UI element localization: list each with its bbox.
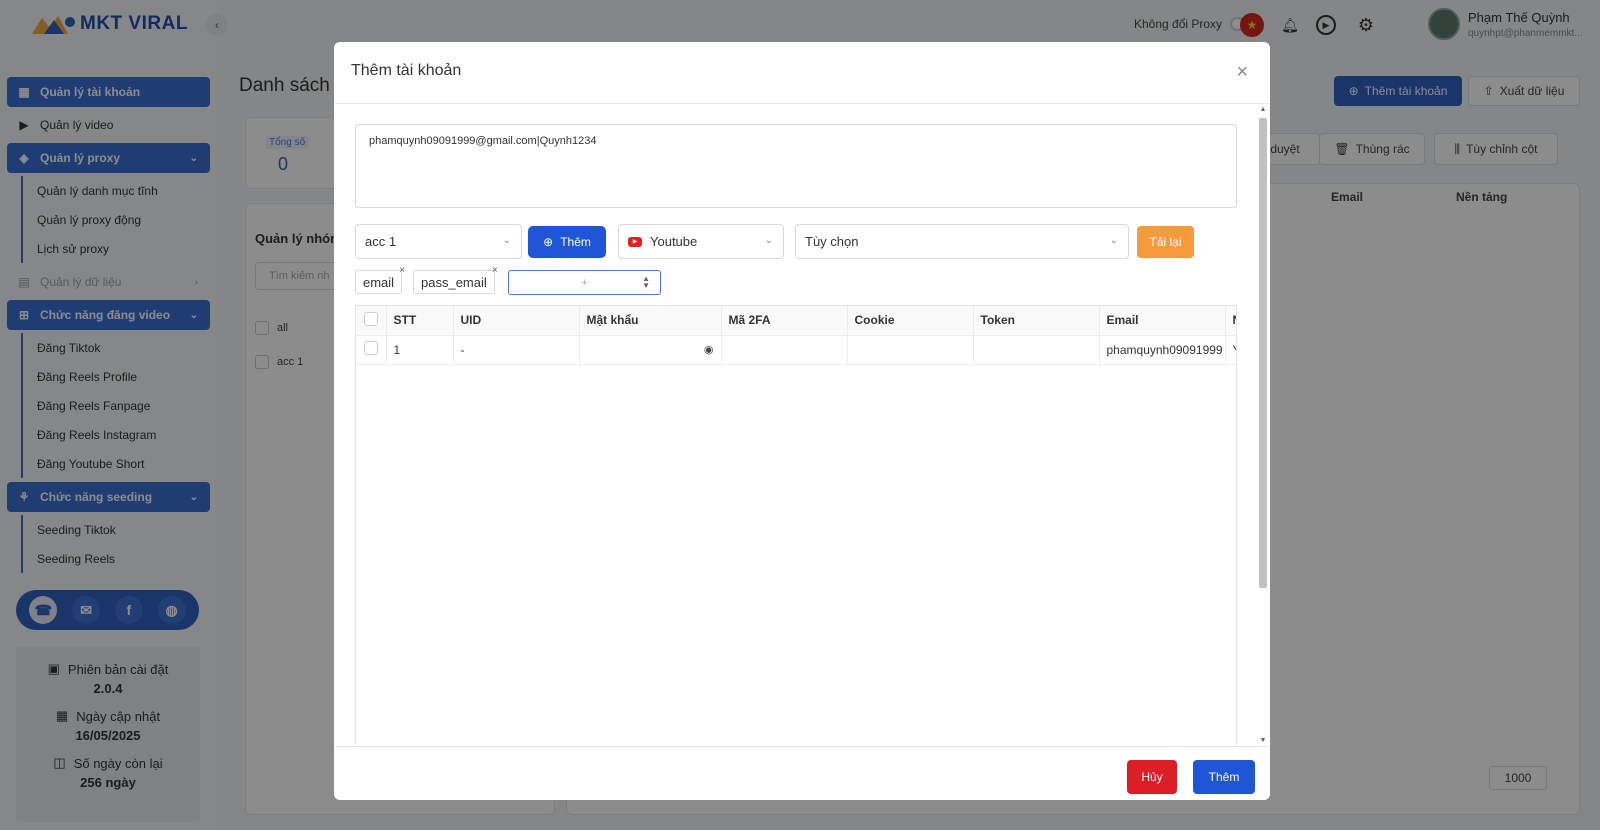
cell-email: phamquynh09091999 — [1099, 335, 1226, 365]
group-select-value: acc 1 — [365, 234, 397, 249]
column-header[interactable]: Mật khẩu — [579, 306, 722, 336]
chevron-down-icon: ⌄ — [1109, 235, 1118, 246]
column-header[interactable]: STT — [386, 306, 454, 336]
row-checkbox[interactable] — [364, 341, 378, 355]
reload-button[interactable]: Tải lại — [1137, 226, 1194, 258]
cell-cookie — [847, 335, 974, 365]
cell-token — [973, 335, 1100, 365]
modal-header: Thêm tài khoản × — [334, 42, 1270, 104]
platform-select[interactable]: ▶ Youtube ⌄ — [618, 224, 784, 259]
row-select-cell — [356, 335, 387, 365]
modal-title: Thêm tài khoản — [351, 62, 462, 79]
tag-label: pass_email — [421, 274, 487, 290]
tag-email[interactable]: email × — [355, 265, 405, 294]
select-all-checkbox[interactable] — [364, 311, 378, 326]
cell-uid: - — [453, 335, 580, 365]
cell-2fa — [721, 335, 848, 365]
select-all-cell — [356, 306, 387, 336]
account-input[interactable]: phamquynh09091999@gmail.com|Quynh1234 — [355, 124, 1237, 208]
scroll-up-icon[interactable]: ▲ — [1258, 106, 1268, 113]
option-select[interactable]: Tùy chọn ⌄ — [795, 224, 1129, 259]
close-icon[interactable]: × — [1236, 60, 1248, 84]
stepper-icon[interactable]: ▲ ▼ — [642, 275, 650, 290]
remove-tag-icon[interactable]: × — [492, 265, 498, 276]
chevron-down-icon: ⌄ — [502, 235, 511, 246]
eye-icon[interactable]: ◉ — [704, 343, 714, 356]
table-row[interactable]: 1 - ◉ phamquynh09091999 Yo — [356, 335, 1236, 365]
column-header[interactable]: Token — [973, 306, 1100, 336]
modal-footer: Hủy Thêm — [334, 746, 1270, 800]
modal-scrollbar[interactable]: ▲ ▼ — [1258, 104, 1268, 746]
tag-pass-email[interactable]: pass_email × — [413, 265, 498, 294]
preview-table: STT UID Mật khẩu Mã 2FA Cookie Token Ema… — [355, 305, 1237, 747]
column-header[interactable]: UID — [453, 306, 580, 336]
platform-select-value: Youtube — [650, 234, 698, 249]
field-count-input[interactable]: + ▲ ▼ — [508, 270, 661, 295]
cell-password[interactable]: ◉ — [579, 335, 722, 365]
add-group-button[interactable]: ⊕ Thêm — [528, 226, 606, 258]
field-count-placeholder: + — [581, 276, 588, 289]
column-header[interactable]: Cookie — [847, 306, 974, 336]
youtube-icon: ▶ — [628, 236, 642, 247]
group-select[interactable]: acc 1 ⌄ — [355, 224, 522, 259]
tag-label: email — [363, 274, 395, 290]
option-select-value: Tùy chọn — [805, 234, 859, 249]
chevron-down-icon: ⌄ — [764, 235, 773, 246]
scrollbar-thumb[interactable] — [1259, 118, 1267, 588]
scroll-down-icon[interactable]: ▼ — [1258, 737, 1268, 744]
cancel-button[interactable]: Hủy — [1127, 760, 1177, 794]
table-header-row: STT UID Mật khẩu Mã 2FA Cookie Token Ema… — [356, 306, 1236, 336]
cell-platform: Yo — [1225, 335, 1236, 365]
column-header[interactable]: Email — [1099, 306, 1226, 336]
submit-button[interactable]: Thêm — [1193, 760, 1255, 794]
remove-tag-icon[interactable]: × — [399, 265, 405, 276]
add-group-label: Thêm — [560, 235, 591, 249]
column-header[interactable]: Mã 2FA — [721, 306, 848, 336]
cell-stt: 1 — [386, 335, 454, 365]
plus-circle-icon: ⊕ — [543, 235, 554, 249]
column-header[interactable]: N — [1225, 306, 1236, 336]
